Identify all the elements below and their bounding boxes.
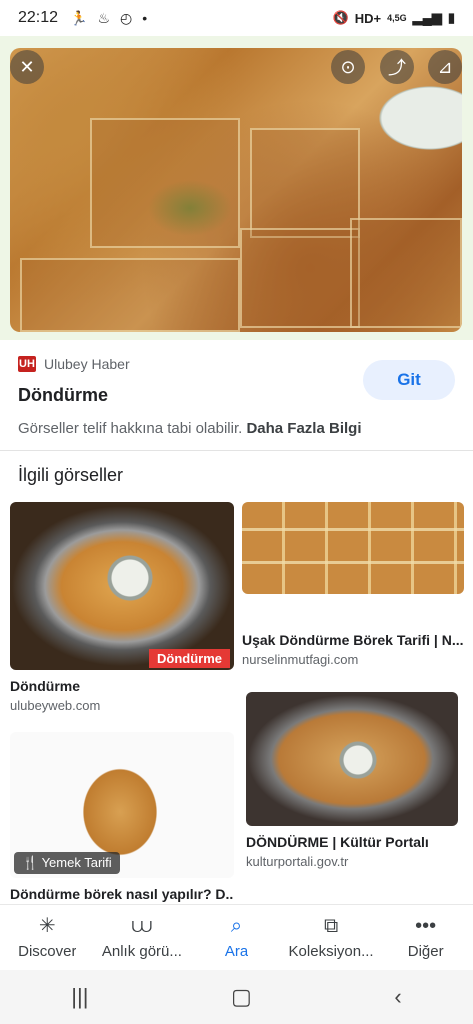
nav-search[interactable]: ⌕ Ara bbox=[189, 905, 284, 970]
nav-snapshot[interactable]: ⩊ Anlık görü... bbox=[95, 905, 190, 970]
related-card[interactable]: Uşak Döndürme Börek Tarifi | N... nursel… bbox=[242, 502, 464, 667]
share-icon[interactable]: ⤴ bbox=[380, 50, 414, 84]
mute-icon: 🔇 bbox=[332, 10, 349, 25]
related-domain: kulturportali.gov.tr bbox=[246, 854, 349, 869]
source-name: Ulubey Haber bbox=[44, 356, 130, 372]
related-thumb[interactable]: 🍴 Yemek Tarifi bbox=[10, 732, 234, 878]
status-time: 22:12 bbox=[18, 9, 59, 26]
related-caption: Uşak Döndürme Börek Tarifi | N... bbox=[242, 632, 464, 648]
snapshot-icon: ⩊ bbox=[131, 915, 153, 937]
more-icon: ••• bbox=[415, 915, 437, 937]
bookmark-icon[interactable]: ⊿ bbox=[428, 50, 462, 84]
copyright-notice: Görseller telif hakkına tabi olabilir. D… bbox=[18, 420, 362, 437]
related-card[interactable]: Döndürme Döndürme ulubeyweb.com bbox=[10, 502, 234, 713]
nav-more[interactable]: ••• Diğer bbox=[378, 905, 473, 970]
divider bbox=[0, 450, 473, 451]
related-caption: DÖNDÜRME | Kültür Portalı bbox=[246, 834, 429, 850]
collections-icon: ⧉ bbox=[323, 915, 339, 937]
recipe-tag: 🍴 Yemek Tarifi bbox=[14, 852, 120, 874]
nav-discover[interactable]: ✳ Discover bbox=[0, 905, 95, 970]
related-card[interactable]: DÖNDÜRME | Kültür Portalı kulturportali.… bbox=[246, 692, 462, 869]
recents-icon[interactable]: ||| bbox=[71, 984, 88, 1010]
source-logo: UH bbox=[18, 356, 36, 372]
related-heading: İlgili görseller bbox=[18, 465, 124, 485]
lens-icon[interactable]: ⊙ bbox=[331, 50, 365, 84]
back-icon[interactable]: ‹ bbox=[394, 984, 401, 1010]
signal-icon: ▂▄▆ bbox=[412, 10, 442, 25]
running-icon: 🏃 bbox=[70, 9, 88, 26]
main-image[interactable] bbox=[10, 48, 462, 332]
close-icon[interactable]: ✕ bbox=[10, 50, 44, 84]
related-card[interactable]: 🍴 Yemek Tarifi Döndürme börek nasıl yapı… bbox=[10, 732, 234, 902]
source-badge: Döndürme bbox=[149, 649, 230, 668]
related-thumb[interactable] bbox=[242, 502, 464, 594]
status-bar: 22:12 🏃 ♨ ◴ • 🔇 HD+ 4,5G ▂▄▆ ▮ bbox=[0, 0, 473, 36]
related-caption: Döndürme börek nasıl yapılır? D... bbox=[10, 886, 234, 902]
home-icon[interactable]: ▢ bbox=[231, 984, 252, 1010]
bottom-nav: ✳ Discover ⩊ Anlık görü... ⌕ Ara ⧉ Kolek… bbox=[0, 904, 473, 970]
clock-icon: ◴ bbox=[120, 9, 133, 26]
network-label: HD+ bbox=[354, 10, 382, 26]
more-info-link[interactable]: Daha Fazla Bilgi bbox=[246, 420, 361, 437]
battery-icon: ▮ bbox=[447, 10, 455, 25]
nav-collections[interactable]: ⧉ Koleksiyon... bbox=[284, 905, 379, 970]
related-thumb[interactable]: Döndürme bbox=[10, 502, 234, 670]
source-row[interactable]: UH Ulubey Haber bbox=[18, 356, 130, 372]
search-icon: ⌕ bbox=[230, 915, 243, 937]
related-domain: ulubeyweb.com bbox=[10, 698, 101, 713]
visit-button[interactable]: Git bbox=[363, 360, 455, 400]
activity-icon: ♨ bbox=[97, 9, 111, 26]
network-gen: 4,5G bbox=[387, 13, 407, 23]
dot-icon: • bbox=[142, 9, 148, 26]
asterisk-icon: ✳ bbox=[38, 915, 56, 937]
related-thumb[interactable] bbox=[246, 692, 458, 826]
image-viewer: ✕ ⊙ ⤴ ⊿ bbox=[0, 36, 473, 340]
related-caption: Döndürme bbox=[10, 678, 80, 694]
image-title: Döndürme bbox=[18, 385, 108, 405]
system-nav: ||| ▢ ‹ bbox=[0, 970, 473, 1024]
related-domain: nurselinmutfagi.com bbox=[242, 652, 359, 667]
